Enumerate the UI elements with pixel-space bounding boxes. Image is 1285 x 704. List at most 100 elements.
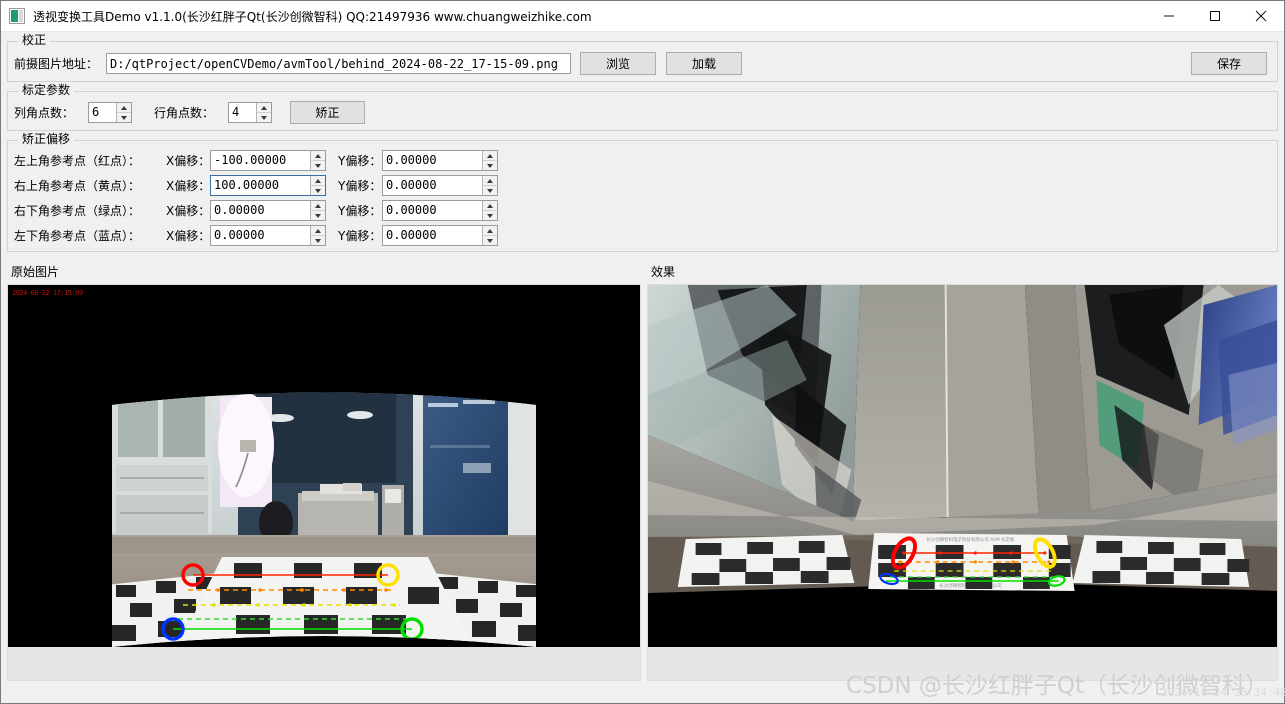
offset-group-title: 矫正偏移 [18,132,74,146]
x-offset-down-icon[interactable] [311,186,325,195]
y-offset-input[interactable] [383,201,482,220]
row-corners-label: 行角点数： [154,104,228,121]
minimize-icon[interactable] [1146,1,1192,32]
effect-image-view[interactable]: 长沙创微智科电子科技有限公司 AVM 标定板 长沙创微智科电子科技有限公司 [647,284,1278,681]
row-corners-stepper[interactable] [256,103,271,122]
x-offset-down-icon[interactable] [311,211,325,220]
y-offset-spinbox[interactable] [382,225,498,246]
effect-panel: 效果 [647,260,1278,681]
y-offset-up-icon[interactable] [483,176,497,186]
y-offset-down-icon[interactable] [483,161,497,170]
column-corners-stepper[interactable] [116,103,131,122]
correct-button[interactable]: 矫正 [290,101,365,124]
y-offset-down-icon[interactable] [483,236,497,245]
y-offset-input[interactable] [383,176,482,195]
column-corners-up-icon[interactable] [117,103,131,113]
x-offset-spinbox[interactable] [210,225,326,246]
calibration-row: 列角点数： 行角点数： 矫正 [14,101,1271,124]
original-panel: 原始图片 [7,260,641,681]
x-offset-stepper[interactable] [310,176,325,195]
image-panels: 原始图片 [1,260,1284,681]
load-button[interactable]: 加载 [666,52,742,75]
app-icon [9,8,25,24]
column-corners-down-icon[interactable] [117,113,131,122]
offset-point-label: 右上角参考点（黄点）： [14,177,166,194]
y-offset-stepper[interactable] [482,176,497,195]
x-offset-input[interactable] [211,151,310,170]
x-offset-input[interactable] [211,176,310,195]
y-offset-up-icon[interactable] [483,226,497,236]
window-title: 透视变换工具Demo v1.1.0(长沙红胖子Qt(长沙创微智科) QQ:214… [33,8,592,25]
offset-rows: 左上角参考点（红点）：X偏移：Y偏移：右上角参考点（黄点）：X偏移：Y偏移：右下… [8,141,1277,251]
status-bar [1,681,1284,703]
y-offset-down-icon[interactable] [483,211,497,220]
x-offset-up-icon[interactable] [311,176,325,186]
x-offset-label: X偏移： [166,152,210,169]
original-osd-timestamp: 2024-08-22 17:15:09 [12,289,83,297]
offset-row: 右下角参考点（绿点）：X偏移： Y偏移： [14,200,1271,221]
x-offset-down-icon[interactable] [311,236,325,245]
y-offset-up-icon[interactable] [483,201,497,211]
column-corners-label: 列角点数： [14,104,88,121]
image-path-input[interactable] [106,53,571,74]
row-corners-spinbox[interactable] [228,102,272,123]
y-offset-input[interactable] [383,151,482,170]
application-window: 透视变换工具Demo v1.1.0(长沙红胖子Qt(长沙创微智科) QQ:214… [0,0,1285,704]
offset-point-label: 左上角参考点（红点）： [14,152,166,169]
effect-scene-svg: 长沙创微智科电子科技有限公司 AVM 标定板 长沙创微智科电子科技有限公司 [648,285,1277,647]
y-offset-up-icon[interactable] [483,151,497,161]
maximize-icon[interactable] [1192,1,1238,32]
close-icon[interactable] [1238,1,1284,32]
column-corners-spinbox[interactable] [88,102,132,123]
browse-button[interactable]: 浏览 [580,52,656,75]
row-corners-input[interactable] [229,103,256,122]
original-image-view[interactable]: 长沙创微智科电子科技有限公司 [7,284,641,681]
x-offset-spinbox[interactable] [210,175,326,196]
x-offset-stepper[interactable] [310,226,325,245]
original-image-canvas: 长沙创微智科电子科技有限公司 [8,285,640,647]
y-offset-label: Y偏移： [338,152,382,169]
offset-group: 矫正偏移 左上角参考点（红点）：X偏移：Y偏移：右上角参考点（黄点）：X偏移：Y… [7,140,1278,252]
column-corners-input[interactable] [89,103,116,122]
offset-point-label: 右下角参考点（绿点）： [14,202,166,219]
x-offset-up-icon[interactable] [311,201,325,211]
image-path-label: 前摄图片地址： [14,55,106,72]
calibration-params-group: 标定参数 列角点数： 行角点数： [7,91,1278,131]
offset-row: 左上角参考点（红点）：X偏移： Y偏移： [14,150,1271,171]
y-offset-label: Y偏移： [338,177,382,194]
window-controls [1146,1,1284,32]
y-offset-stepper[interactable] [482,226,497,245]
offset-row: 右上角参考点（黄点）：X偏移： Y偏移： [14,175,1271,196]
image-path-row: 前摄图片地址： 浏览 加载 保存 [14,52,1271,75]
row-corners-up-icon[interactable] [257,103,271,113]
offset-row: 左下角参考点（蓝点）：X偏移：Y偏移： [14,225,1271,246]
x-offset-stepper[interactable] [310,151,325,170]
y-offset-label: Y偏移： [338,227,382,244]
correction-group: 校正 前摄图片地址： 浏览 加载 保存 [7,41,1278,82]
x-offset-label: X偏移： [166,202,210,219]
y-offset-spinbox[interactable] [382,175,498,196]
y-offset-input[interactable] [383,226,482,245]
x-offset-label: X偏移： [166,177,210,194]
y-offset-stepper[interactable] [482,201,497,220]
x-offset-up-icon[interactable] [311,151,325,161]
x-offset-label: X偏移： [166,227,210,244]
x-offset-spinbox[interactable] [210,150,326,171]
x-offset-down-icon[interactable] [311,161,325,170]
original-scene-svg: 长沙创微智科电子科技有限公司 [8,285,640,647]
save-button[interactable]: 保存 [1191,52,1267,75]
y-offset-spinbox[interactable] [382,150,498,171]
y-offset-down-icon[interactable] [483,186,497,195]
row-corners-down-icon[interactable] [257,113,271,122]
fisheye-scene: 长沙创微智科电子科技有限公司 [8,285,640,647]
y-offset-label: Y偏移： [338,202,382,219]
y-offset-stepper[interactable] [482,151,497,170]
x-offset-stepper[interactable] [310,201,325,220]
x-offset-spinbox[interactable] [210,200,326,221]
x-offset-input[interactable] [211,226,310,245]
calibration-group-title: 标定参数 [18,83,74,97]
title-bar: 透视变换工具Demo v1.1.0(长沙红胖子Qt(长沙创微智科) QQ:214… [1,1,1284,32]
y-offset-spinbox[interactable] [382,200,498,221]
x-offset-up-icon[interactable] [311,226,325,236]
x-offset-input[interactable] [211,201,310,220]
